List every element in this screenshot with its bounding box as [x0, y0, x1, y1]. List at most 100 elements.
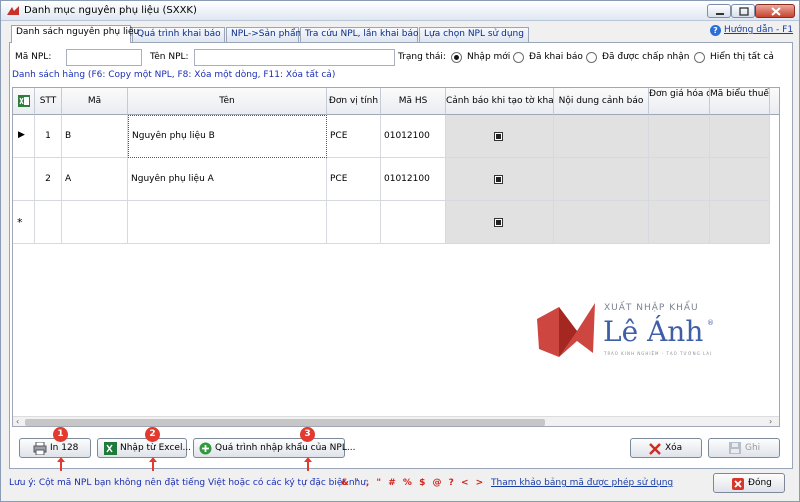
help-icon: ? — [710, 25, 721, 36]
new-row-marker: * — [17, 216, 23, 229]
cell-ma-bieu-thue[interactable] — [710, 201, 770, 244]
import-process-button[interactable]: Quá trình nhập khẩu của NPL... — [193, 438, 355, 458]
col-noi-dung-canh-bao[interactable]: Nội dung cảnh báo — [554, 88, 649, 115]
col-canh-bao[interactable]: Cảnh báo khi tạo tờ khai — [446, 88, 554, 115]
save-button[interactable]: Ghi — [708, 438, 780, 458]
radio-da-khai-bao-label: Đã khai báo — [529, 52, 583, 62]
canh-bao-checkbox[interactable] — [494, 175, 503, 184]
cell-ma-bieu-thue[interactable] — [710, 115, 770, 158]
cell-noi-dung-canh-bao[interactable] — [554, 201, 649, 244]
col-don-vi-tinh[interactable]: Đơn vị tính — [327, 88, 381, 115]
horizontal-scrollbar[interactable]: ‹ › — [13, 416, 779, 426]
maximize-button[interactable] — [731, 4, 755, 18]
row-indicator[interactable] — [13, 158, 35, 201]
import-excel-button[interactable]: Nhập từ Excel... — [97, 438, 191, 458]
tab-danh-sach-npl[interactable]: Danh sách nguyên phụ liệu — [11, 25, 139, 43]
cell-ten[interactable]: Nguyên phụ liệu B — [128, 115, 327, 158]
minimize-icon — [716, 13, 724, 15]
cell-ma-hs[interactable]: 01012100 — [381, 115, 446, 158]
cell-stt[interactable]: 2 — [35, 158, 62, 201]
app-logo-icon — [7, 6, 19, 15]
tab-lua-chon-npl[interactable]: Lựa chọn NPL sử dụng — [419, 27, 529, 42]
grid-corner[interactable] — [13, 88, 35, 115]
radio-nhap-moi[interactable] — [451, 52, 462, 63]
canh-bao-checkbox[interactable] — [494, 218, 503, 227]
tab-qua-trinh-khai-bao[interactable]: Quá trình khai báo — [132, 27, 225, 42]
current-row-marker: ▶ — [18, 130, 25, 140]
scroll-thumb[interactable] — [25, 419, 545, 426]
row-indicator[interactable]: * — [13, 201, 35, 244]
cell-don-gia[interactable] — [649, 201, 710, 244]
col-ma-hs[interactable]: Mã HS — [381, 88, 446, 115]
cell-ten[interactable]: Nguyên phụ liệu A — [128, 158, 327, 201]
radio-da-duoc-chap-nhan-label: Đã được chấp nhận — [602, 52, 690, 62]
window-title: Danh mục nguyên phụ liệu (SXXK) — [24, 5, 197, 16]
logo-tagline: TRAO KINH NGHIỆM - TẠO TƯƠNG LAI — [604, 351, 713, 356]
cell-ma[interactable]: A — [62, 158, 128, 201]
print-button[interactable]: In 128 — [19, 438, 91, 458]
note-text: Lưu ý: Cột mã NPL bạn không nên đặt tiến… — [9, 478, 369, 488]
cell-ma-hs[interactable]: 01012100 — [381, 158, 446, 201]
radio-hien-thi-tat-ca-label: Hiển thị tất cả — [710, 52, 774, 62]
close-button[interactable]: Đóng — [713, 473, 785, 493]
scroll-right-icon[interactable]: › — [769, 417, 772, 426]
col-filler — [770, 88, 779, 115]
maximize-icon — [739, 7, 749, 16]
cell-don-vi-tinh[interactable]: PCE — [327, 115, 381, 158]
cell-ten[interactable] — [128, 201, 327, 244]
logo-subtitle: XUẤT NHẬP KHẨU — [604, 303, 699, 313]
tab-tra-cuu-npl[interactable]: Tra cứu NPL, lần khai báo — [300, 27, 418, 42]
scroll-left-icon[interactable]: ‹ — [16, 417, 19, 426]
cell-stt[interactable]: 1 — [35, 115, 62, 158]
main-window: Danh mục nguyên phụ liệu (SXXK) Danh sác… — [0, 0, 800, 502]
cell-don-vi-tinh[interactable] — [327, 201, 381, 244]
npl-grid[interactable]: STT Mã Tên Đơn vị tính Mã HS Cảnh báo kh… — [12, 87, 780, 427]
col-ma-bieu-thue[interactable]: Mã biểu thuế XNK — [710, 88, 770, 115]
minimize-button[interactable] — [707, 4, 731, 18]
excel-export-icon — [17, 95, 30, 107]
cell-noi-dung-canh-bao[interactable] — [554, 115, 649, 158]
cell-ma[interactable]: B — [62, 115, 128, 158]
radio-da-khai-bao[interactable] — [513, 52, 524, 63]
note-reference-link[interactable]: Tham khảo bảng mã được phép sử dụng — [491, 478, 673, 488]
ma-npl-label: Mã NPL: — [15, 52, 52, 62]
delete-button-label: Xóa — [665, 443, 683, 453]
delete-x-icon — [649, 443, 661, 455]
col-stt[interactable]: STT — [35, 88, 62, 115]
canh-bao-checkbox[interactable] — [494, 132, 503, 141]
cell-don-vi-tinh[interactable]: PCE — [327, 158, 381, 201]
cell-ma-hs[interactable] — [381, 201, 446, 244]
col-ma[interactable]: Mã — [62, 88, 128, 115]
close-icon — [771, 7, 781, 16]
delete-button[interactable]: Xóa — [630, 438, 702, 458]
radio-da-duoc-chap-nhan[interactable] — [586, 52, 597, 63]
ma-npl-input[interactable] — [66, 49, 142, 66]
cell-ma-bieu-thue[interactable] — [710, 158, 770, 201]
cell-noi-dung-canh-bao[interactable] — [554, 158, 649, 201]
radio-hien-thi-tat-ca[interactable] — [694, 52, 705, 63]
logo-registered-mark: ® — [707, 319, 714, 327]
help-link[interactable]: Hướng dẫn - F1 — [724, 25, 793, 35]
ten-npl-input[interactable] — [194, 49, 395, 66]
col-don-gia-hoa-don[interactable]: Đơn giá hóa đơn — [649, 88, 710, 115]
cell-canh-bao[interactable] — [446, 158, 554, 201]
save-button-label: Ghi — [745, 443, 761, 453]
badge-1: 1 — [53, 427, 68, 442]
cell-ma[interactable] — [62, 201, 128, 244]
col-ten[interactable]: Tên — [128, 88, 327, 115]
close-window-button[interactable] — [755, 4, 795, 18]
cell-stt[interactable] — [35, 201, 62, 244]
list-hint: Danh sách hàng (F6: Copy một NPL, F8: Xó… — [12, 70, 336, 80]
printer-icon — [33, 442, 47, 455]
ten-npl-label: Tên NPL: — [150, 52, 189, 62]
cell-canh-bao[interactable] — [446, 115, 554, 158]
tab-label: Tra cứu NPL, lần khai báo — [305, 29, 419, 39]
cell-don-gia[interactable] — [649, 115, 710, 158]
logo-wordmark: Lê Ánh — [603, 315, 704, 348]
tab-npl-san-pham[interactable]: NPL->Sản phẩm — [226, 27, 304, 42]
close-x-icon — [732, 478, 744, 490]
cell-don-gia[interactable] — [649, 158, 710, 201]
row-indicator[interactable]: ▶ — [13, 115, 35, 158]
close-button-label: Đóng — [748, 478, 772, 488]
cell-canh-bao[interactable] — [446, 201, 554, 244]
